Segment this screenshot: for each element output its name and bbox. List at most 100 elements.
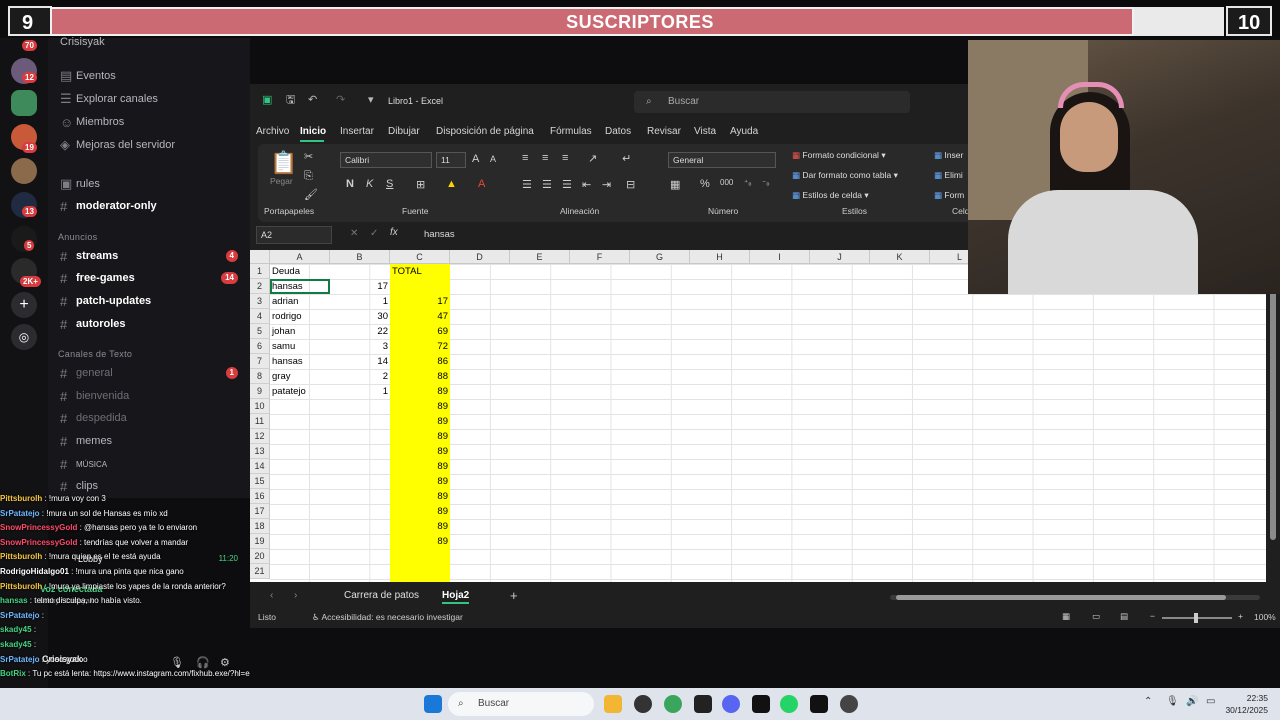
row-header[interactable]: 17 [250, 504, 270, 519]
column-header[interactable]: A [270, 250, 330, 264]
insert-cells-button[interactable]: ▦ Inser [934, 150, 963, 161]
cell-a6[interactable]: samu [272, 339, 328, 354]
decrease-decimal-icon[interactable]: ⁻₀ [762, 178, 770, 187]
cell-b8[interactable]: 2 [332, 369, 388, 384]
format-cells-button[interactable]: ▦ Form [934, 190, 964, 201]
column-header[interactable]: D [450, 250, 510, 264]
increase-decimal-icon[interactable]: ⁺₀ [744, 178, 752, 187]
paste-icon[interactable]: 📋 [270, 150, 297, 176]
tab-vista[interactable]: Vista [694, 126, 716, 137]
worksheet-grid[interactable]: A B C D E F G H I J K L 1 2 3 4 5 6 7 8 9 10 11 12 13 14 15 16 17 18 1… [250, 250, 1266, 582]
align-top-icon[interactable]: ≡ [522, 152, 528, 164]
cell-c1[interactable]: TOTAL [392, 264, 448, 279]
server-icon[interactable] [11, 158, 37, 184]
menu-explorar[interactable]: ☰ Explorar canales [60, 89, 242, 109]
row-header[interactable]: 8 [250, 369, 270, 384]
font-size-dropdown[interactable]: 11 [436, 152, 466, 168]
cell-a5[interactable]: johan [272, 324, 328, 339]
cell-c7[interactable]: 86 [392, 354, 448, 369]
cell-b2[interactable]: 17 [332, 279, 388, 294]
vertical-scroll-thumb[interactable] [1270, 260, 1276, 540]
excel-search-box[interactable]: ⌕ Buscar [634, 91, 910, 113]
align-left-icon[interactable]: ☰ [522, 178, 532, 191]
column-header[interactable]: H [690, 250, 750, 264]
row-header[interactable]: 2 [250, 279, 270, 294]
tab-inicio[interactable]: Inicio [300, 126, 326, 137]
format-as-table-button[interactable]: ▦ Dar formato como tabla ▾ [792, 170, 898, 181]
cell-c14[interactable]: 89 [392, 459, 448, 474]
notion-icon[interactable] [752, 695, 770, 713]
row-header[interactable]: 15 [250, 474, 270, 489]
bold-icon[interactable]: N [346, 178, 354, 190]
cell-b7[interactable]: 14 [332, 354, 388, 369]
capcut-icon[interactable] [694, 695, 712, 713]
cell-b3[interactable]: 1 [332, 294, 388, 309]
menu-eventos[interactable]: ▤ Eventos [60, 66, 242, 86]
battery-icon[interactable]: ▭ [1206, 696, 1215, 707]
row-header[interactable]: 4 [250, 309, 270, 324]
microphone-icon[interactable]: 🎙 [1166, 696, 1179, 707]
column-header[interactable]: F [570, 250, 630, 264]
percent-icon[interactable]: % [700, 178, 710, 190]
menu-mejoras[interactable]: ◈ Mejoras del servidor [60, 135, 242, 155]
row-header[interactable]: 13 [250, 444, 270, 459]
cell-c12[interactable]: 89 [392, 429, 448, 444]
tab-datos[interactable]: Datos [605, 126, 631, 137]
channel-musica[interactable]: # MÚSICA [60, 454, 242, 474]
row-header[interactable]: 6 [250, 339, 270, 354]
prev-sheet-icon[interactable]: ‹ [270, 590, 273, 601]
cell-c5[interactable]: 69 [392, 324, 448, 339]
row-header[interactable]: 18 [250, 519, 270, 534]
underline-icon[interactable]: S [386, 178, 393, 190]
cell-c11[interactable]: 89 [392, 414, 448, 429]
horizontal-scrollbar[interactable] [890, 595, 1260, 600]
cancel-entry-icon[interactable]: ✕ [350, 228, 358, 239]
category-texto[interactable]: Canales de Texto [58, 349, 132, 359]
row-header[interactable]: 9 [250, 384, 270, 399]
decrease-indent-icon[interactable]: ⇤ [582, 178, 591, 191]
row-header[interactable]: 16 [250, 489, 270, 504]
column-header[interactable]: J [810, 250, 870, 264]
zoom-out-icon[interactable]: − [1150, 611, 1155, 621]
column-header[interactable]: G [630, 250, 690, 264]
channel-despedida[interactable]: # despedida [60, 408, 242, 428]
wrap-text-icon[interactable]: ↵ [622, 152, 631, 165]
tab-insertar[interactable]: Insertar [340, 126, 374, 137]
cell-a8[interactable]: gray [272, 369, 328, 384]
chatgpt-icon[interactable] [634, 695, 652, 713]
row-header[interactable]: 11 [250, 414, 270, 429]
cell-c13[interactable]: 89 [392, 444, 448, 459]
page-break-icon[interactable]: ▤ [1120, 611, 1128, 622]
align-center-icon[interactable]: ☰ [542, 178, 552, 191]
row-header[interactable]: 3 [250, 294, 270, 309]
channel-free-games[interactable]: # free-games 14 [60, 268, 242, 288]
row-header[interactable]: 12 [250, 429, 270, 444]
server-icon[interactable] [11, 90, 37, 116]
tab-revisar[interactable]: Revisar [647, 126, 681, 137]
chrome-icon[interactable] [664, 695, 682, 713]
zoom-in-icon[interactable]: + [1238, 611, 1243, 621]
cell-a7[interactable]: hansas [272, 354, 328, 369]
cell-b9[interactable]: 1 [332, 384, 388, 399]
align-right-icon[interactable]: ☰ [562, 178, 572, 191]
cell-c15[interactable]: 89 [392, 474, 448, 489]
cell-c10[interactable]: 89 [392, 399, 448, 414]
column-header[interactable]: I [750, 250, 810, 264]
channel-moderator-only[interactable]: # moderator-only [60, 196, 242, 216]
channel-autoroles[interactable]: # autoroles [60, 314, 242, 334]
explore-icon[interactable]: ◎ [11, 324, 37, 350]
cell-c2[interactable] [392, 279, 448, 294]
file-explorer-icon[interactable] [604, 695, 622, 713]
cell-c18[interactable]: 89 [392, 519, 448, 534]
tab-ayuda[interactable]: Ayuda [730, 126, 758, 137]
cell-b5[interactable]: 22 [332, 324, 388, 339]
cell-a1[interactable]: Deuda [272, 264, 328, 279]
column-header[interactable]: K [870, 250, 930, 264]
channel-bienvenida[interactable]: # bienvenida [60, 386, 242, 406]
undo-icon[interactable]: ↶ [308, 94, 322, 106]
obs-icon[interactable] [840, 695, 858, 713]
delete-cells-button[interactable]: ▦ Elimi [934, 170, 963, 181]
shrink-font-icon[interactable]: A [490, 154, 496, 164]
accounting-icon[interactable]: ▦ [670, 178, 680, 191]
cell-c6[interactable]: 72 [392, 339, 448, 354]
